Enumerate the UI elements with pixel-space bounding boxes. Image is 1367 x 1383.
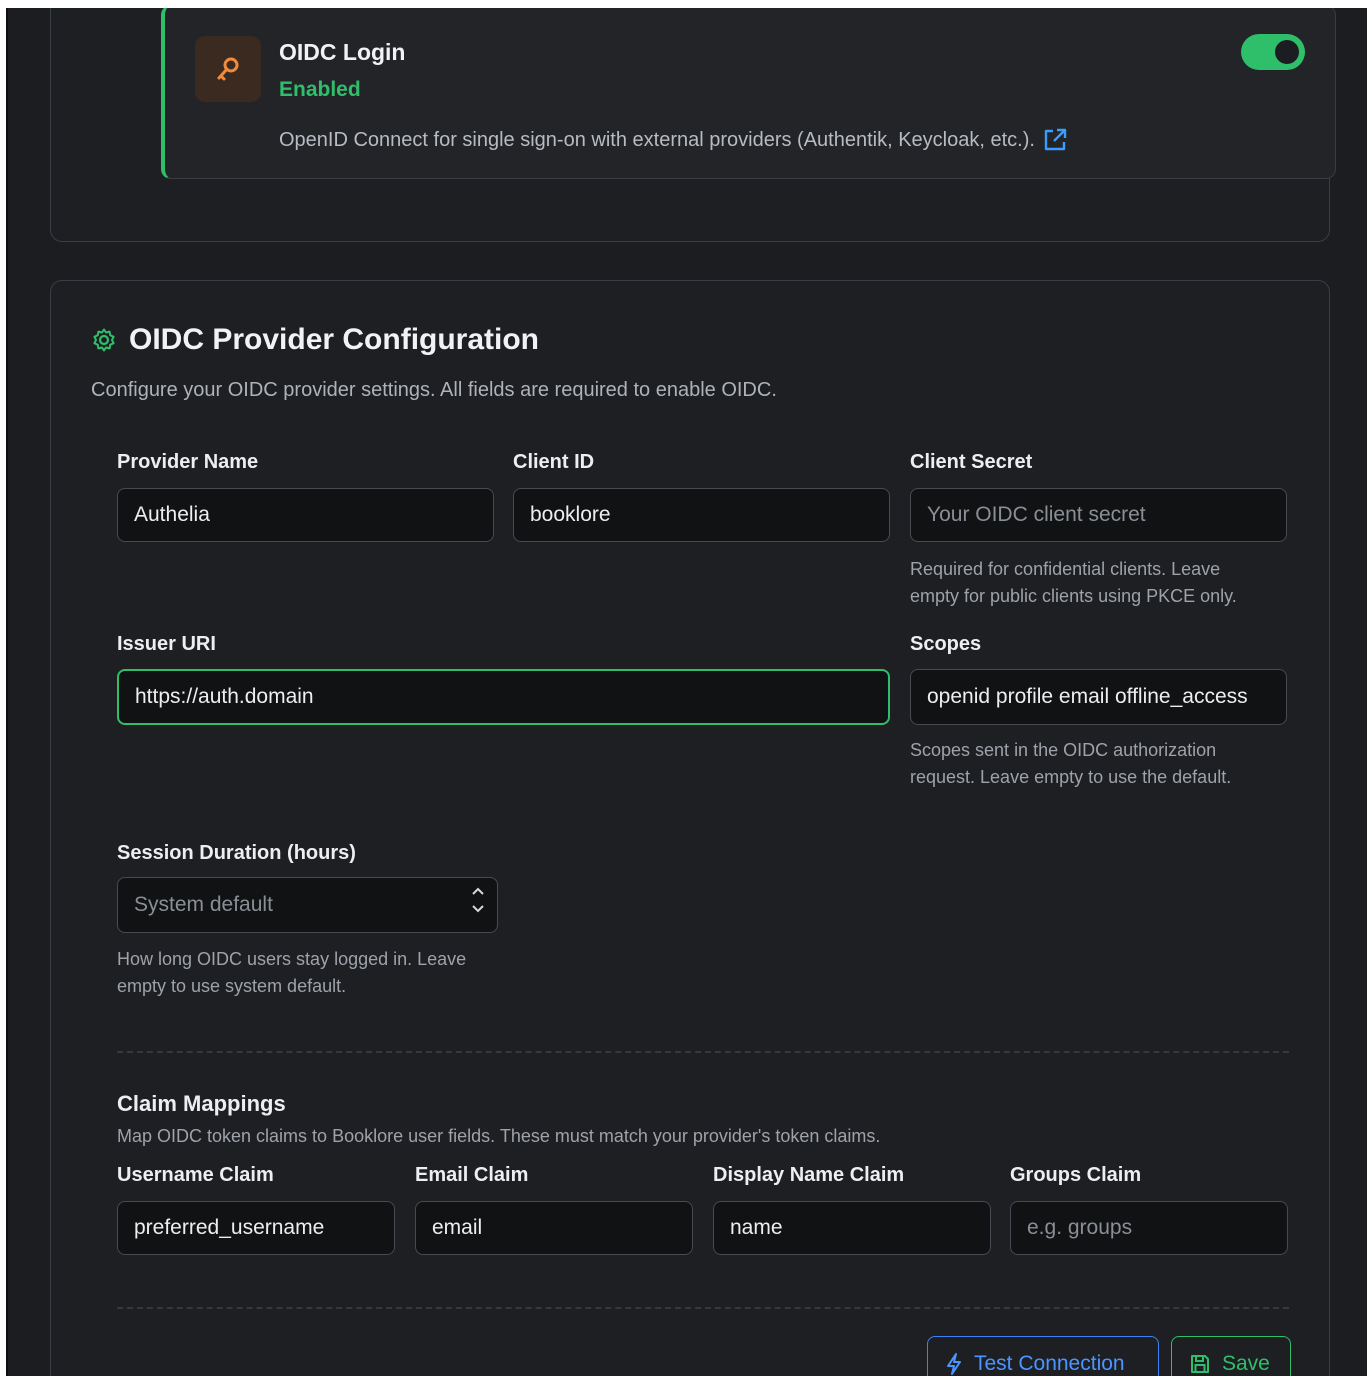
- gear-icon: [93, 328, 115, 352]
- client-id-label: Client ID: [513, 451, 595, 473]
- groups-claim-input[interactable]: [1010, 1201, 1288, 1255]
- settings-panel: OIDC Login Enabled OpenID Connect for si…: [6, 8, 1367, 1376]
- oidc-login-card: OIDC Login Enabled OpenID Connect for si…: [161, 8, 1336, 179]
- test-connection-button[interactable]: Test Connection: [927, 1336, 1159, 1376]
- save-button[interactable]: Save: [1171, 1336, 1291, 1376]
- test-connection-label: Test Connection: [974, 1352, 1125, 1375]
- username-claim-label: Username Claim: [117, 1164, 274, 1186]
- username-claim-input[interactable]: [117, 1201, 395, 1255]
- section-title: OIDC Provider Configuration: [129, 323, 540, 356]
- issuer-uri-label: Issuer URI: [117, 633, 216, 655]
- divider: [117, 1307, 1289, 1309]
- divider: [117, 1051, 1289, 1053]
- oidc-icon-tile: [195, 36, 261, 102]
- save-label: Save: [1222, 1352, 1270, 1375]
- oidc-enable-toggle[interactable]: [1241, 34, 1305, 70]
- toggle-knob: [1275, 40, 1299, 64]
- chevron-down-icon[interactable]: [470, 903, 486, 915]
- groups-claim-label: Groups Claim: [1010, 1164, 1142, 1186]
- client-id-input[interactable]: [513, 488, 890, 542]
- feature-description: OpenID Connect for single sign-on with e…: [279, 128, 1035, 151]
- auth-methods-card: OIDC Login Enabled OpenID Connect for si…: [50, 8, 1336, 242]
- feature-description-row: OpenID Connect for single sign-on with e…: [279, 126, 1069, 154]
- email-claim-input[interactable]: [415, 1201, 693, 1255]
- scopes-input[interactable]: [910, 669, 1287, 725]
- external-link-icon[interactable]: [1041, 126, 1069, 154]
- lightning-icon: [947, 1353, 961, 1375]
- scopes-hint: Scopes sent in the OIDC authorization re…: [910, 740, 1232, 787]
- claims-title: Claim Mappings: [117, 1091, 286, 1116]
- provider-name-input[interactable]: [117, 488, 494, 542]
- issuer-uri-input[interactable]: [117, 669, 890, 725]
- oidc-config-card: OIDC Provider Configuration Configure yo…: [50, 280, 1330, 1376]
- display-name-claim-input[interactable]: [713, 1201, 991, 1255]
- client-secret-input[interactable]: [910, 488, 1287, 542]
- feature-status-badge: Enabled: [279, 78, 361, 101]
- chevron-up-icon[interactable]: [470, 885, 486, 897]
- provider-name-label: Provider Name: [117, 451, 259, 473]
- session-duration-input[interactable]: [117, 877, 498, 933]
- feature-title: OIDC Login: [279, 39, 406, 65]
- key-icon: [217, 57, 239, 81]
- client-secret-hint: Required for confidential clients. Leave…: [910, 559, 1237, 606]
- scopes-label: Scopes: [910, 633, 982, 655]
- client-secret-label: Client Secret: [910, 451, 1033, 473]
- display-name-claim-label: Display Name Claim: [713, 1164, 905, 1186]
- window-edge: [6, 8, 8, 1376]
- save-icon: [1191, 1355, 1209, 1373]
- session-duration-label: Session Duration (hours): [117, 842, 356, 864]
- section-subtitle: Configure your OIDC provider settings. A…: [91, 379, 777, 401]
- session-duration-hint: How long OIDC users stay logged in. Leav…: [117, 949, 467, 996]
- section-heading: OIDC Provider Configuration: [91, 323, 539, 357]
- session-duration-stepper[interactable]: [470, 885, 486, 915]
- claims-subtitle: Map OIDC token claims to Booklore user f…: [117, 1126, 881, 1146]
- email-claim-label: Email Claim: [415, 1164, 529, 1186]
- session-duration-field: [117, 877, 498, 933]
